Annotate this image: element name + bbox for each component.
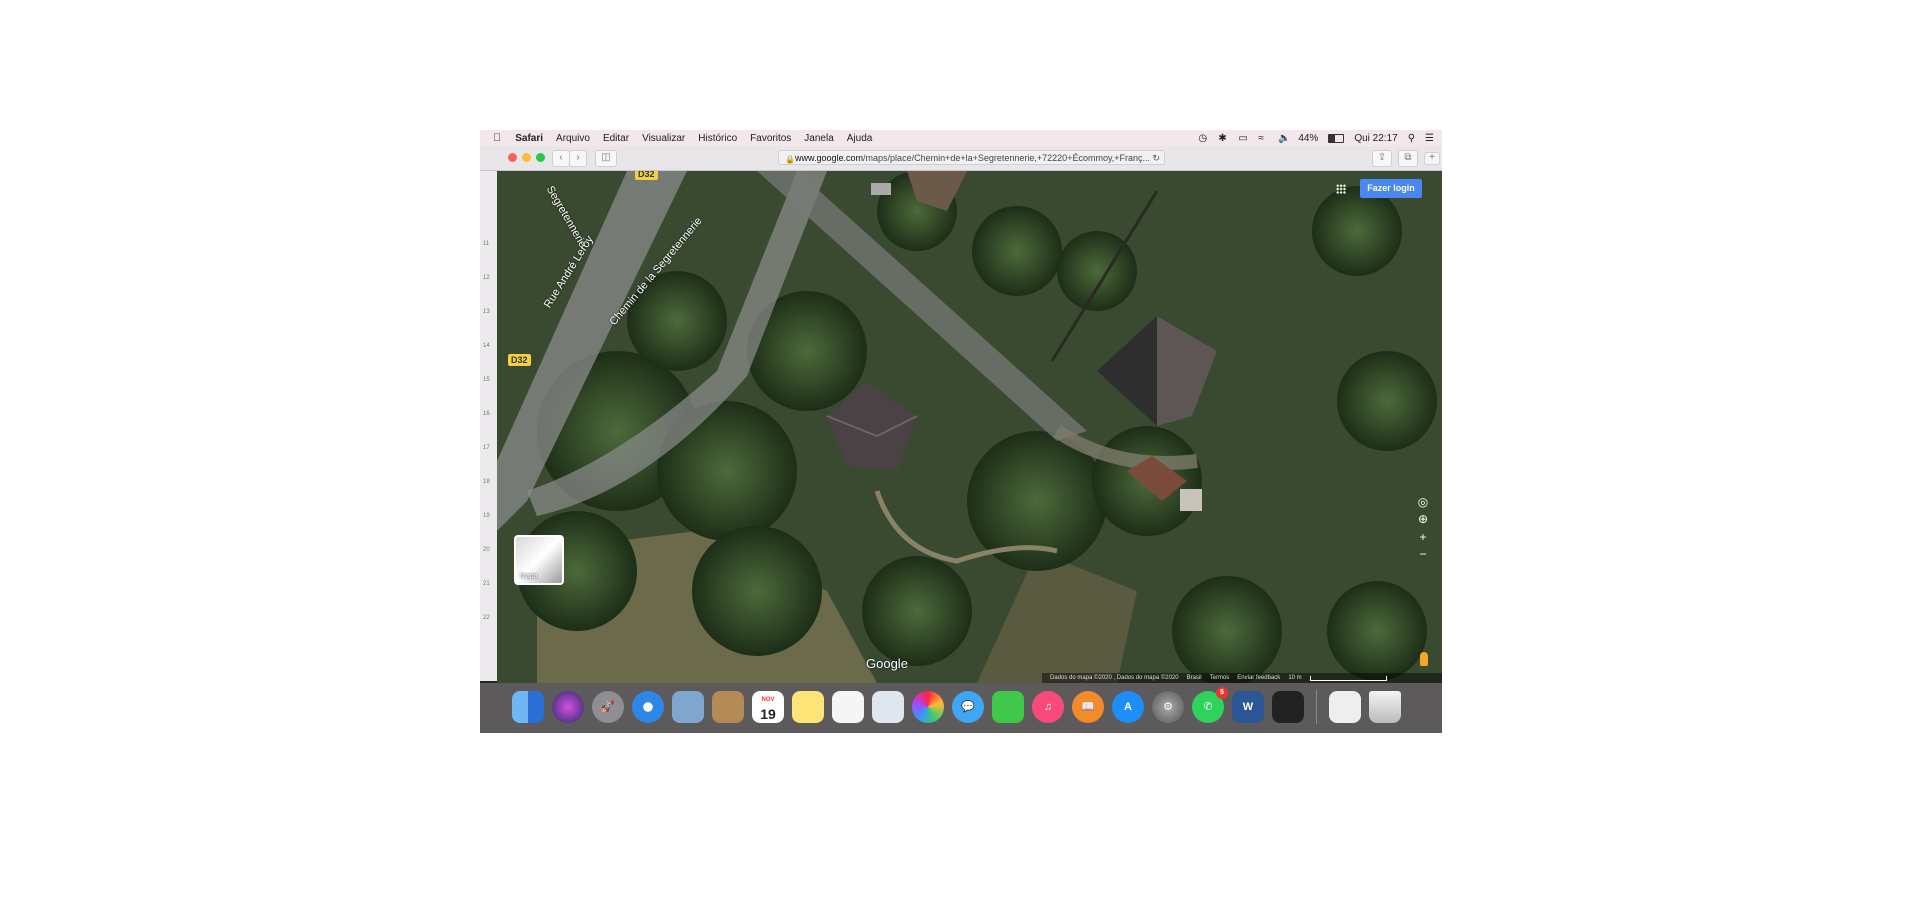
zoom-in-button[interactable]: +: [1414, 528, 1432, 546]
menu-editar[interactable]: Editar: [603, 133, 629, 144]
zoom-window-button[interactable]: [536, 153, 545, 162]
ruler-tick: 22: [483, 615, 490, 621]
sidebar-toggle-button[interactable]: ◫: [595, 150, 617, 167]
menu-ajuda[interactable]: Ajuda: [847, 133, 873, 144]
street-view-pegman-icon[interactable]: [1420, 652, 1428, 666]
back-button[interactable]: ‹: [552, 150, 570, 167]
map-data-attribution: Dados do mapa ©2020 , Dados do mapa ©202…: [1050, 675, 1179, 681]
ruler-tick: 20: [483, 547, 490, 553]
apple-menu-icon[interactable]: : [493, 132, 501, 144]
safari-toolbar: ‹ › ◫ 🔒 www.google.com/maps/place/Chemin…: [480, 146, 1442, 171]
new-tab-button[interactable]: +: [1424, 152, 1440, 165]
dock: 🚀 NOV 19 💬 ♫ 📖 A ⚙ ✆ 5 W: [480, 683, 1442, 733]
word-icon[interactable]: W: [1232, 691, 1264, 723]
reminders-icon[interactable]: [832, 691, 864, 723]
menu-historico[interactable]: Histórico: [698, 133, 737, 144]
feedback-link[interactable]: Enviar feedback: [1237, 675, 1280, 681]
map-footer: Dados do mapa ©2020 , Dados do mapa ©202…: [1042, 673, 1442, 683]
close-window-button[interactable]: [508, 153, 517, 162]
menu-bar:  Safari Arquivo Editar Visualizar Histó…: [480, 130, 1442, 146]
battery-icon[interactable]: [1328, 133, 1345, 143]
minimize-window-button[interactable]: [522, 153, 531, 162]
ruler-tick: 11: [483, 241, 490, 247]
ruler-tick: 15: [483, 377, 490, 383]
clock[interactable]: Qui 22:17: [1354, 133, 1397, 144]
trash-icon[interactable]: [1369, 691, 1401, 723]
country-link[interactable]: Brasil: [1187, 675, 1202, 681]
notification-center-icon[interactable]: ☰: [1425, 133, 1434, 144]
app-store-icon[interactable]: A: [1112, 691, 1144, 723]
finder-icon[interactable]: [512, 691, 544, 723]
satellite-map[interactable]: Segretennerie Rue André Leroy Chemin de …: [497, 171, 1442, 683]
spotlight-icon[interactable]: ⚲: [1408, 133, 1415, 144]
menu-safari[interactable]: Safari: [515, 133, 543, 144]
terms-link[interactable]: Termos: [1210, 675, 1230, 681]
books-icon[interactable]: 📖: [1072, 691, 1104, 723]
my-location-icon[interactable]: ⊕: [1414, 510, 1432, 528]
notes-icon[interactable]: [792, 691, 824, 723]
battery-percent[interactable]: 44%: [1298, 133, 1318, 144]
whatsapp-icon[interactable]: ✆ 5: [1192, 687, 1228, 723]
menu-visualizar[interactable]: Visualizar: [642, 133, 685, 144]
address-bar[interactable]: 🔒 www.google.com/maps/place/Chemin+de+la…: [778, 150, 1165, 165]
calendar-icon[interactable]: NOV 19: [752, 691, 784, 723]
status-area: ◷ ✱ ▭ ≈ 🔈 44% Qui 22:17 ⚲ ☰: [1198, 130, 1434, 146]
whatsapp-badge: 5: [1216, 687, 1228, 699]
google-apps-icon[interactable]: [1336, 184, 1346, 194]
photos-icon[interactable]: [912, 691, 944, 723]
zoom-out-button[interactable]: −: [1414, 545, 1432, 563]
launchpad-icon[interactable]: 🚀: [592, 691, 624, 723]
ruler-tick: 13: [483, 309, 490, 315]
wifi-icon[interactable]: ≈: [1258, 133, 1268, 144]
calendar-day: 19: [760, 706, 776, 722]
url-host: www.google.com: [795, 153, 864, 163]
scale-label[interactable]: 10 m: [1288, 675, 1301, 681]
route-badge-d32-left: D32: [508, 354, 531, 366]
share-button[interactable]: ⇪: [1372, 150, 1392, 167]
globe-icon[interactable]: ◎: [1414, 493, 1432, 511]
word-letter: W: [1242, 701, 1254, 713]
calendar-month: NOV: [761, 697, 775, 703]
ruler-tick: 12: [483, 275, 490, 281]
time-machine-icon[interactable]: ◷: [1198, 133, 1208, 144]
document-stack-icon[interactable]: [1329, 691, 1361, 723]
ruler-tick: 18: [483, 479, 490, 485]
menu-arquivo[interactable]: Arquivo: [556, 133, 590, 144]
login-button[interactable]: Fazer login: [1360, 179, 1422, 198]
preview-icon[interactable]: [672, 691, 704, 723]
google-logo: Google: [866, 656, 908, 671]
siri-icon[interactable]: [552, 691, 584, 723]
satellite-imagery: [497, 171, 1442, 683]
reload-icon[interactable]: ↻: [1152, 151, 1160, 164]
safari-icon[interactable]: [632, 691, 664, 723]
ruler-tick: 17: [483, 445, 490, 451]
lock-icon: 🔒: [785, 155, 795, 164]
system-preferences-icon[interactable]: ⚙: [1152, 691, 1184, 723]
airplay-icon[interactable]: ▭: [1238, 133, 1248, 144]
dock-separator: [1316, 690, 1317, 724]
facetime-icon[interactable]: [992, 691, 1024, 723]
menu-janela[interactable]: Janela: [804, 133, 833, 144]
ruler-tick: 21: [483, 581, 490, 587]
ruler-tick: 19: [483, 513, 490, 519]
mac-screen:  Safari Arquivo Editar Visualizar Histó…: [480, 130, 1442, 733]
keynote-icon[interactable]: [872, 691, 904, 723]
volume-icon[interactable]: 🔈: [1278, 133, 1290, 144]
layer-label: Mapa: [520, 573, 538, 580]
ruler-tick: 14: [483, 343, 490, 349]
forward-button[interactable]: ›: [569, 150, 587, 167]
route-badge-d32-top: D32: [635, 171, 658, 180]
bluetooth-icon[interactable]: ✱: [1218, 133, 1228, 144]
scale-bar: [1309, 675, 1387, 681]
tabs-button[interactable]: ⧉: [1398, 150, 1418, 167]
dvd-player-icon[interactable]: [1272, 691, 1304, 723]
menu-favoritos[interactable]: Favoritos: [750, 133, 791, 144]
url-path: /maps/place/Chemin+de+la+Segretennerie,+…: [863, 153, 1151, 163]
ruler-tick: 16: [483, 411, 490, 417]
map-layer-toggle[interactable]: Mapa: [514, 535, 564, 585]
music-icon[interactable]: ♫: [1032, 691, 1064, 723]
contacts-icon[interactable]: [712, 691, 744, 723]
document-ruler: 11 12 13 14 15 16 17 18 19 20 21 22: [480, 171, 498, 681]
messages-icon[interactable]: 💬: [952, 691, 984, 723]
